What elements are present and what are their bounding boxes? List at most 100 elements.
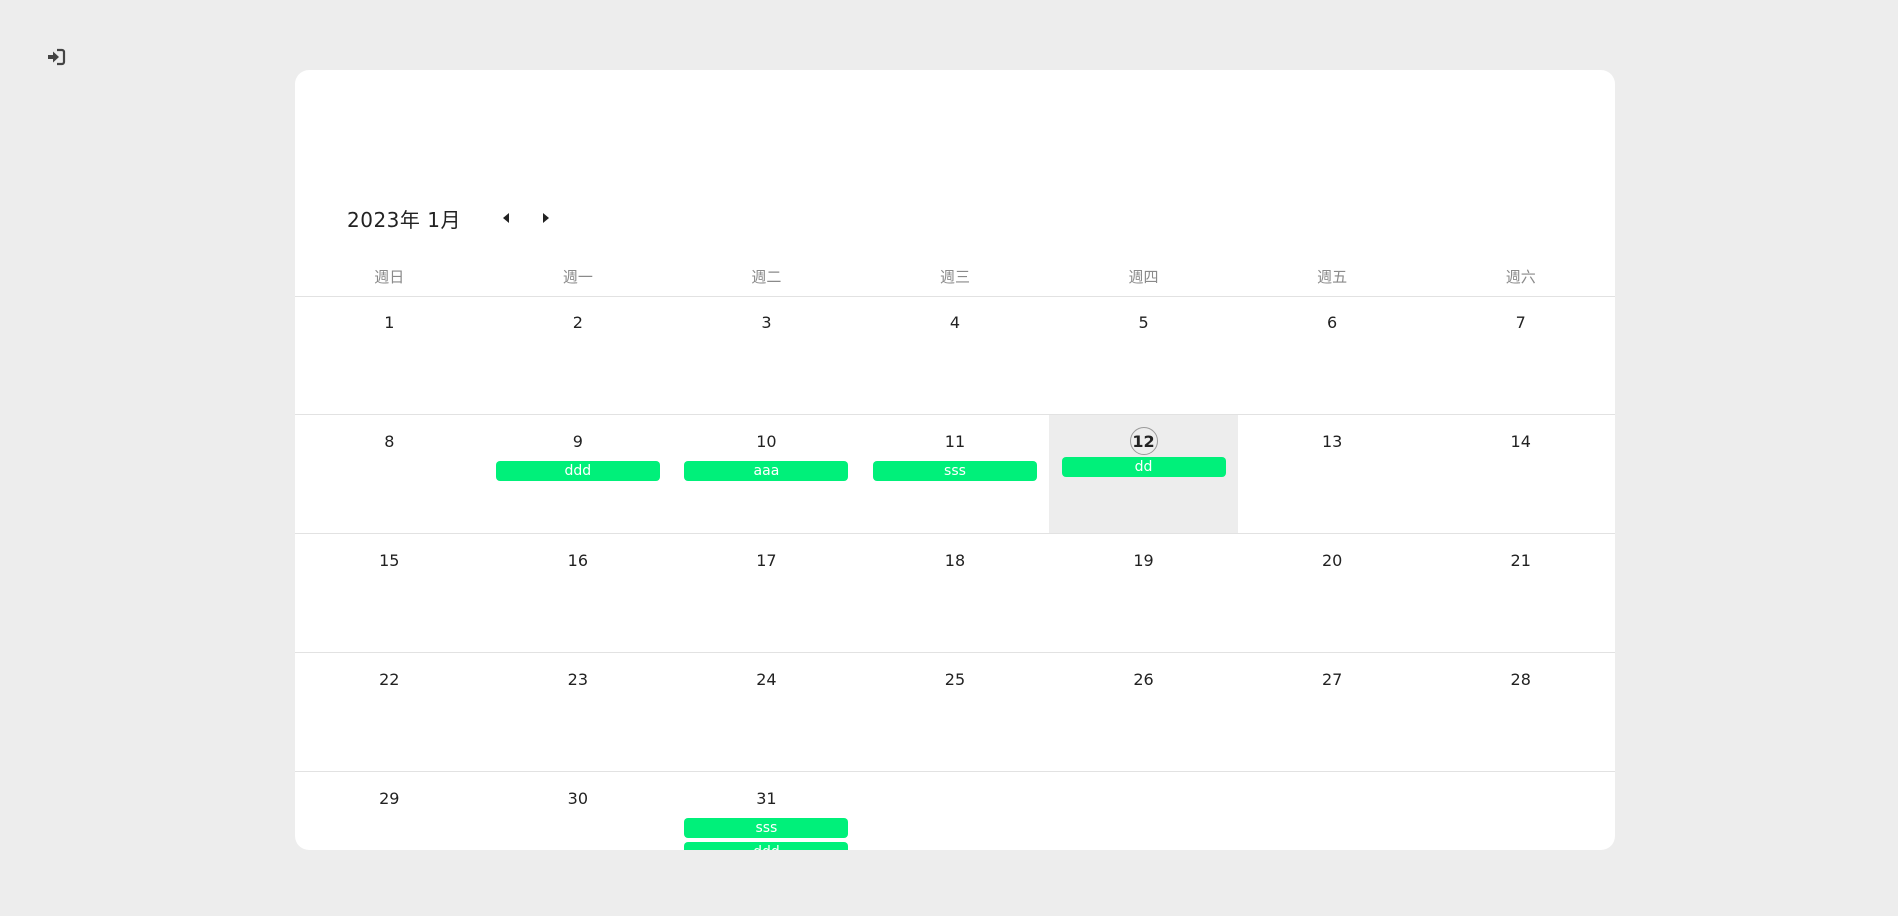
day-number: 30 — [567, 789, 589, 808]
day-number: 28 — [1510, 670, 1531, 689]
day-number: 16 — [567, 551, 589, 570]
weekday-sun: 週日 — [374, 268, 405, 286]
day-number: 23 — [567, 670, 589, 689]
calendar-toolbar: 2023年 1月 — [347, 202, 559, 234]
day-number: 27 — [1321, 670, 1343, 689]
today-day-number: 12 — [1129, 427, 1158, 455]
page: 2023年 1月 週日 週一 週二 週三 週四 週五 週六 123456789d… — [0, 0, 1898, 916]
day-cell-18[interactable]: 18 — [861, 534, 1050, 652]
day-cell-4[interactable]: 4 — [861, 296, 1050, 414]
empty-day-cell — [861, 772, 1050, 850]
event-chip[interactable]: aaa — [684, 461, 849, 481]
day-number: 19 — [1133, 551, 1154, 570]
day-number: 2 — [572, 313, 583, 332]
day-number: 25 — [944, 670, 966, 689]
week-row: 29 30 31 sss ddd — [295, 772, 1615, 850]
next-month-button[interactable] — [533, 205, 559, 231]
day-cell-19[interactable]: 19 — [1049, 534, 1238, 652]
day-number: 31 — [756, 789, 777, 808]
day-number: 17 — [756, 551, 777, 570]
day-cell-22[interactable]: 22 — [295, 653, 484, 771]
week-row: 1 2 3 4 5 6 7 — [295, 296, 1615, 415]
day-number: 18 — [944, 551, 966, 570]
day-number: 20 — [1321, 551, 1343, 570]
day-number: 11 — [944, 432, 966, 451]
empty-day-cell — [1238, 772, 1427, 850]
day-cell-25[interactable]: 25 — [861, 653, 1050, 771]
event-list: ddd — [484, 461, 673, 481]
weekday-tue: 週二 — [751, 268, 782, 286]
weekday-wed: 週三 — [939, 268, 970, 286]
day-cell-26[interactable]: 26 — [1049, 653, 1238, 771]
day-cell-9[interactable]: 9 ddd — [484, 415, 673, 533]
day-cell-2[interactable]: 2 — [484, 296, 673, 414]
weekday-mon: 週一 — [562, 268, 593, 286]
month-grid: 1 2 3 4 5 6 7 8 9 ddd 10 aaa 11 sss 12 dd 13 14 15 16 17 18 19… — [295, 296, 1615, 850]
empty-day-cell — [1049, 772, 1238, 850]
weekday-fri: 週五 — [1317, 268, 1348, 286]
day-number: 4 — [949, 313, 961, 332]
calendar-card: 2023年 1月 週日 週一 週二 週三 週四 週五 週六 123456789d… — [295, 70, 1615, 850]
weekday-thu: 週四 — [1128, 268, 1159, 286]
day-cell-29[interactable]: 29 — [295, 772, 484, 850]
event-list: dd — [1049, 457, 1238, 477]
day-cell-23[interactable]: 23 — [484, 653, 673, 771]
day-cell-17[interactable]: 17 — [672, 534, 861, 652]
weekday-sat: 週六 — [1505, 268, 1536, 286]
day-number: 5 — [1138, 313, 1149, 332]
day-cell-20[interactable]: 20 — [1238, 534, 1427, 652]
day-cell-10[interactable]: 10 aaa — [672, 415, 861, 533]
day-cell-16[interactable]: 16 — [484, 534, 673, 652]
day-cell-21[interactable]: 21 — [1426, 534, 1615, 652]
day-number: 8 — [384, 432, 395, 451]
day-cell-14[interactable]: 14 — [1426, 415, 1615, 533]
prev-month-button[interactable] — [493, 205, 519, 231]
event-list: aaa — [672, 461, 861, 481]
day-cell-3[interactable]: 3 — [672, 296, 861, 414]
day-cell-12[interactable]: 12 dd — [1049, 415, 1238, 533]
day-cell-15[interactable]: 15 — [295, 534, 484, 652]
day-cell-1[interactable]: 1 — [295, 296, 484, 414]
day-number: 21 — [1510, 551, 1531, 570]
day-number: 9 — [572, 432, 583, 451]
month-title: 2023年 1月 — [347, 207, 461, 232]
weekday-header: 週日 週一 週二 週三 週四 週五 週六 — [295, 262, 1615, 297]
day-cell-13[interactable]: 13 — [1238, 415, 1427, 533]
day-number: 29 — [379, 789, 400, 808]
event-chip[interactable]: ddd — [495, 461, 660, 481]
sign-in-icon — [48, 48, 66, 66]
event-chip[interactable]: sss — [684, 818, 849, 838]
empty-day-cell — [1426, 772, 1615, 850]
event-chip[interactable]: ddd — [684, 842, 849, 850]
day-number: 14 — [1510, 432, 1531, 451]
day-number: 13 — [1321, 432, 1343, 451]
day-number: 26 — [1133, 670, 1154, 689]
event-chip[interactable]: sss — [872, 461, 1037, 481]
logout-button[interactable] — [44, 46, 68, 68]
day-number: 10 — [756, 432, 777, 451]
day-number: 3 — [761, 313, 772, 332]
event-list: sss ddd — [672, 818, 861, 850]
day-cell-31[interactable]: 31 sss ddd — [672, 772, 861, 850]
day-number: 7 — [1515, 313, 1526, 332]
day-cell-5[interactable]: 5 — [1049, 296, 1238, 414]
day-cell-6[interactable]: 6 — [1238, 296, 1427, 414]
day-cell-7[interactable]: 7 — [1426, 296, 1615, 414]
week-row: 8 9 ddd 10 aaa 11 sss 12 dd 13 14 — [295, 415, 1615, 534]
event-chip[interactable]: dd — [1061, 457, 1226, 477]
day-cell-27[interactable]: 27 — [1238, 653, 1427, 771]
day-cell-30[interactable]: 30 — [484, 772, 673, 850]
day-cell-8[interactable]: 8 — [295, 415, 484, 533]
day-cell-24[interactable]: 24 — [672, 653, 861, 771]
day-cell-28[interactable]: 28 — [1426, 653, 1615, 771]
event-list: sss — [861, 461, 1050, 481]
day-number: 24 — [756, 670, 777, 689]
caret-left-icon — [502, 213, 509, 223]
day-number: 6 — [1327, 313, 1338, 332]
caret-right-icon — [542, 213, 549, 223]
day-number: 1 — [384, 313, 395, 332]
day-number: 15 — [379, 551, 400, 570]
day-number: 22 — [379, 670, 400, 689]
day-cell-11[interactable]: 11 sss — [861, 415, 1050, 533]
week-row: 15 16 17 18 19 20 21 — [295, 534, 1615, 653]
